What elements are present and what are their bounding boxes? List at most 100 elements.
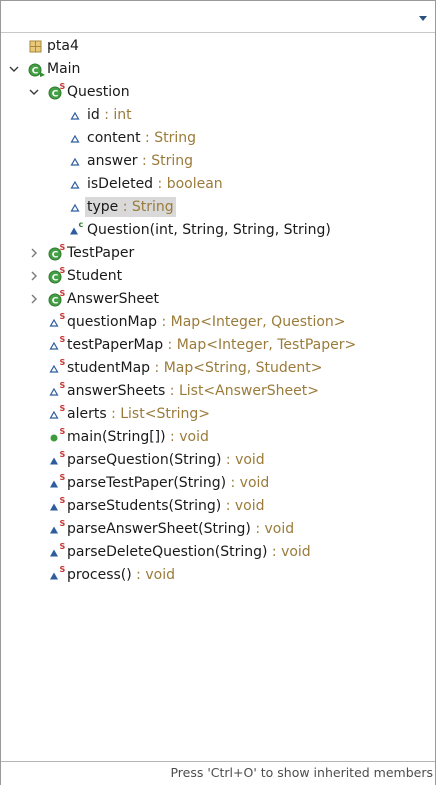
tree-item-label[interactable]: type : String (85, 197, 176, 217)
tree-item-label[interactable]: testPaperMap : Map<Integer, TestPaper> (65, 335, 358, 355)
static-class-icon: CS (48, 266, 66, 284)
tree-item-label[interactable]: id : int (85, 105, 134, 125)
tree-item-answersheets[interactable]: SanswerSheets : List<AnswerSheet> (1, 380, 435, 403)
status-text: Press 'Ctrl+O' to show inherited members (170, 765, 433, 780)
member-name: alerts (67, 406, 107, 422)
tree-item-parsetestpaper-string[interactable]: SparseTestPaper(String) : void (1, 472, 435, 495)
tree-item-testpapermap[interactable]: StestPaperMap : Map<Integer, TestPaper> (1, 334, 435, 357)
tree-item-label[interactable]: parseStudents(String) : void (65, 496, 267, 516)
member-type: : String (137, 153, 193, 169)
chevron-right-icon[interactable] (27, 246, 41, 260)
member-name: questionMap (67, 314, 158, 330)
tree-item-label[interactable]: Main (45, 59, 82, 79)
tree-item-studentmap[interactable]: SstudentMap : Map<String, Student> (1, 357, 435, 380)
tree-item-testpaper[interactable]: C S TestPaper (1, 242, 435, 265)
member-name: content (87, 130, 141, 146)
static-method-icon: S (48, 450, 66, 468)
view-menu-button[interactable] (411, 1, 435, 32)
svg-text:C: C (32, 66, 39, 76)
static-field-icon: S (48, 335, 66, 353)
tree-item-parsedeletequestion-string[interactable]: SparseDeleteQuestion(String) : void (1, 541, 435, 564)
status-bar: Press 'Ctrl+O' to show inherited members (1, 761, 435, 785)
tree-item-isdeleted[interactable]: isDeleted : boolean (1, 173, 435, 196)
constructor-icon: c (68, 220, 84, 238)
member-type: : void (250, 521, 295, 537)
tree-item-main-string[interactable]: Smain(String[]) : void (1, 426, 435, 449)
chevron-down-icon[interactable] (27, 85, 41, 99)
member-name: process() (67, 567, 132, 583)
tree-item-label[interactable]: parseDeleteQuestion(String) : void (65, 542, 313, 562)
svg-text:c: c (79, 220, 84, 229)
tree-item-alerts[interactable]: Salerts : List<String> (1, 403, 435, 426)
member-name: parseQuestion(String) (67, 452, 222, 468)
chevron-down-icon (419, 16, 427, 21)
static-method-icon: S (48, 519, 66, 537)
static-method-icon: S (48, 565, 66, 583)
member-type: : void (226, 475, 270, 491)
tree-item-label[interactable]: Question (65, 82, 132, 102)
tree-item-student[interactable]: C S Student (1, 265, 435, 288)
tree-item-pta4[interactable]: pta4 (1, 35, 435, 58)
member-type: : String (118, 199, 174, 215)
tree-item-label[interactable]: process() : void (65, 565, 177, 585)
static-field-icon: S (48, 312, 66, 330)
tree-item-parsestudents-string[interactable]: SparseStudents(String) : void (1, 495, 435, 518)
tree-item-answer[interactable]: answer : String (1, 150, 435, 173)
tree-item-label[interactable]: alerts : List<String> (65, 404, 212, 424)
member-name: main(String[]) (67, 429, 166, 445)
member-type: : void (221, 498, 265, 514)
tree-item-label[interactable]: AnswerSheet (65, 289, 161, 309)
member-type: : boolean (153, 176, 223, 192)
static-method-icon: S (48, 473, 66, 491)
member-name: answer (87, 153, 138, 169)
public-static-method-icon: S (48, 427, 66, 445)
filter-bar (1, 1, 435, 33)
tree-item-label[interactable]: parseTestPaper(String) : void (65, 473, 271, 493)
member-name: parseTestPaper(String) (67, 475, 227, 491)
tree-item-label[interactable]: parseQuestion(String) : void (65, 450, 267, 470)
tree-item-main[interactable]: C Main (1, 58, 435, 81)
tree-item-label[interactable]: main(String[]) : void (65, 427, 211, 447)
tree-item-type[interactable]: type : String (1, 196, 435, 219)
tree-item-label[interactable]: content : String (85, 128, 198, 148)
tree-item-question-int-string-string-string[interactable]: c Question(int, String, String, String) (1, 219, 435, 242)
package-field-icon (68, 199, 84, 215)
static-class-icon: CS (48, 243, 66, 261)
static-field-icon: S (48, 381, 66, 399)
tree-item-process[interactable]: Sprocess() : void (1, 564, 435, 587)
member-type: : void (131, 567, 175, 583)
tree-item-label[interactable]: pta4 (45, 36, 81, 56)
member-name: testPaperMap (67, 337, 164, 353)
tree-item-question[interactable]: C S Question (1, 81, 435, 104)
tree-item-content[interactable]: content : String (1, 127, 435, 150)
tree-item-parsequestion-string[interactable]: SparseQuestion(String) : void (1, 449, 435, 472)
member-type: : Map<Integer, Question> (157, 314, 346, 330)
tree-item-label[interactable]: TestPaper (65, 243, 136, 263)
tree-item-label[interactable]: questionMap : Map<Integer, Question> (65, 312, 348, 332)
package-icon (28, 38, 44, 54)
package-field-icon (68, 176, 84, 192)
package-field-icon (68, 107, 84, 123)
tree-item-label[interactable]: Question(int, String, String, String) (85, 220, 333, 240)
tree-item-id[interactable]: id : int (1, 104, 435, 127)
member-type: : List<AnswerSheet> (165, 383, 319, 399)
chevron-right-icon[interactable] (27, 269, 41, 283)
tree-item-label[interactable]: isDeleted : boolean (85, 174, 225, 194)
tree-item-questionmap[interactable]: SquestionMap : Map<Integer, Question> (1, 311, 435, 334)
member-name: type (87, 199, 119, 215)
static-class-icon: CS (48, 82, 66, 100)
filter-input[interactable] (1, 1, 401, 32)
tree-item-label[interactable]: answer : String (85, 151, 195, 171)
member-type: : void (221, 452, 265, 468)
tree-item-parseanswersheet-string[interactable]: SparseAnswerSheet(String) : void (1, 518, 435, 541)
tree-item-label[interactable]: parseAnswerSheet(String) : void (65, 519, 296, 539)
member-name: TestPaper (67, 245, 135, 261)
member-name: parseStudents(String) (67, 498, 222, 514)
tree-item-label[interactable]: answerSheets : List<AnswerSheet> (65, 381, 321, 401)
chevron-down-icon[interactable] (7, 62, 21, 76)
tree-item-answersheet[interactable]: C S AnswerSheet (1, 288, 435, 311)
tree-item-label[interactable]: Student (65, 266, 124, 286)
member-name: id (87, 107, 100, 123)
chevron-right-icon[interactable] (27, 292, 41, 306)
tree-item-label[interactable]: studentMap : Map<String, Student> (65, 358, 325, 378)
